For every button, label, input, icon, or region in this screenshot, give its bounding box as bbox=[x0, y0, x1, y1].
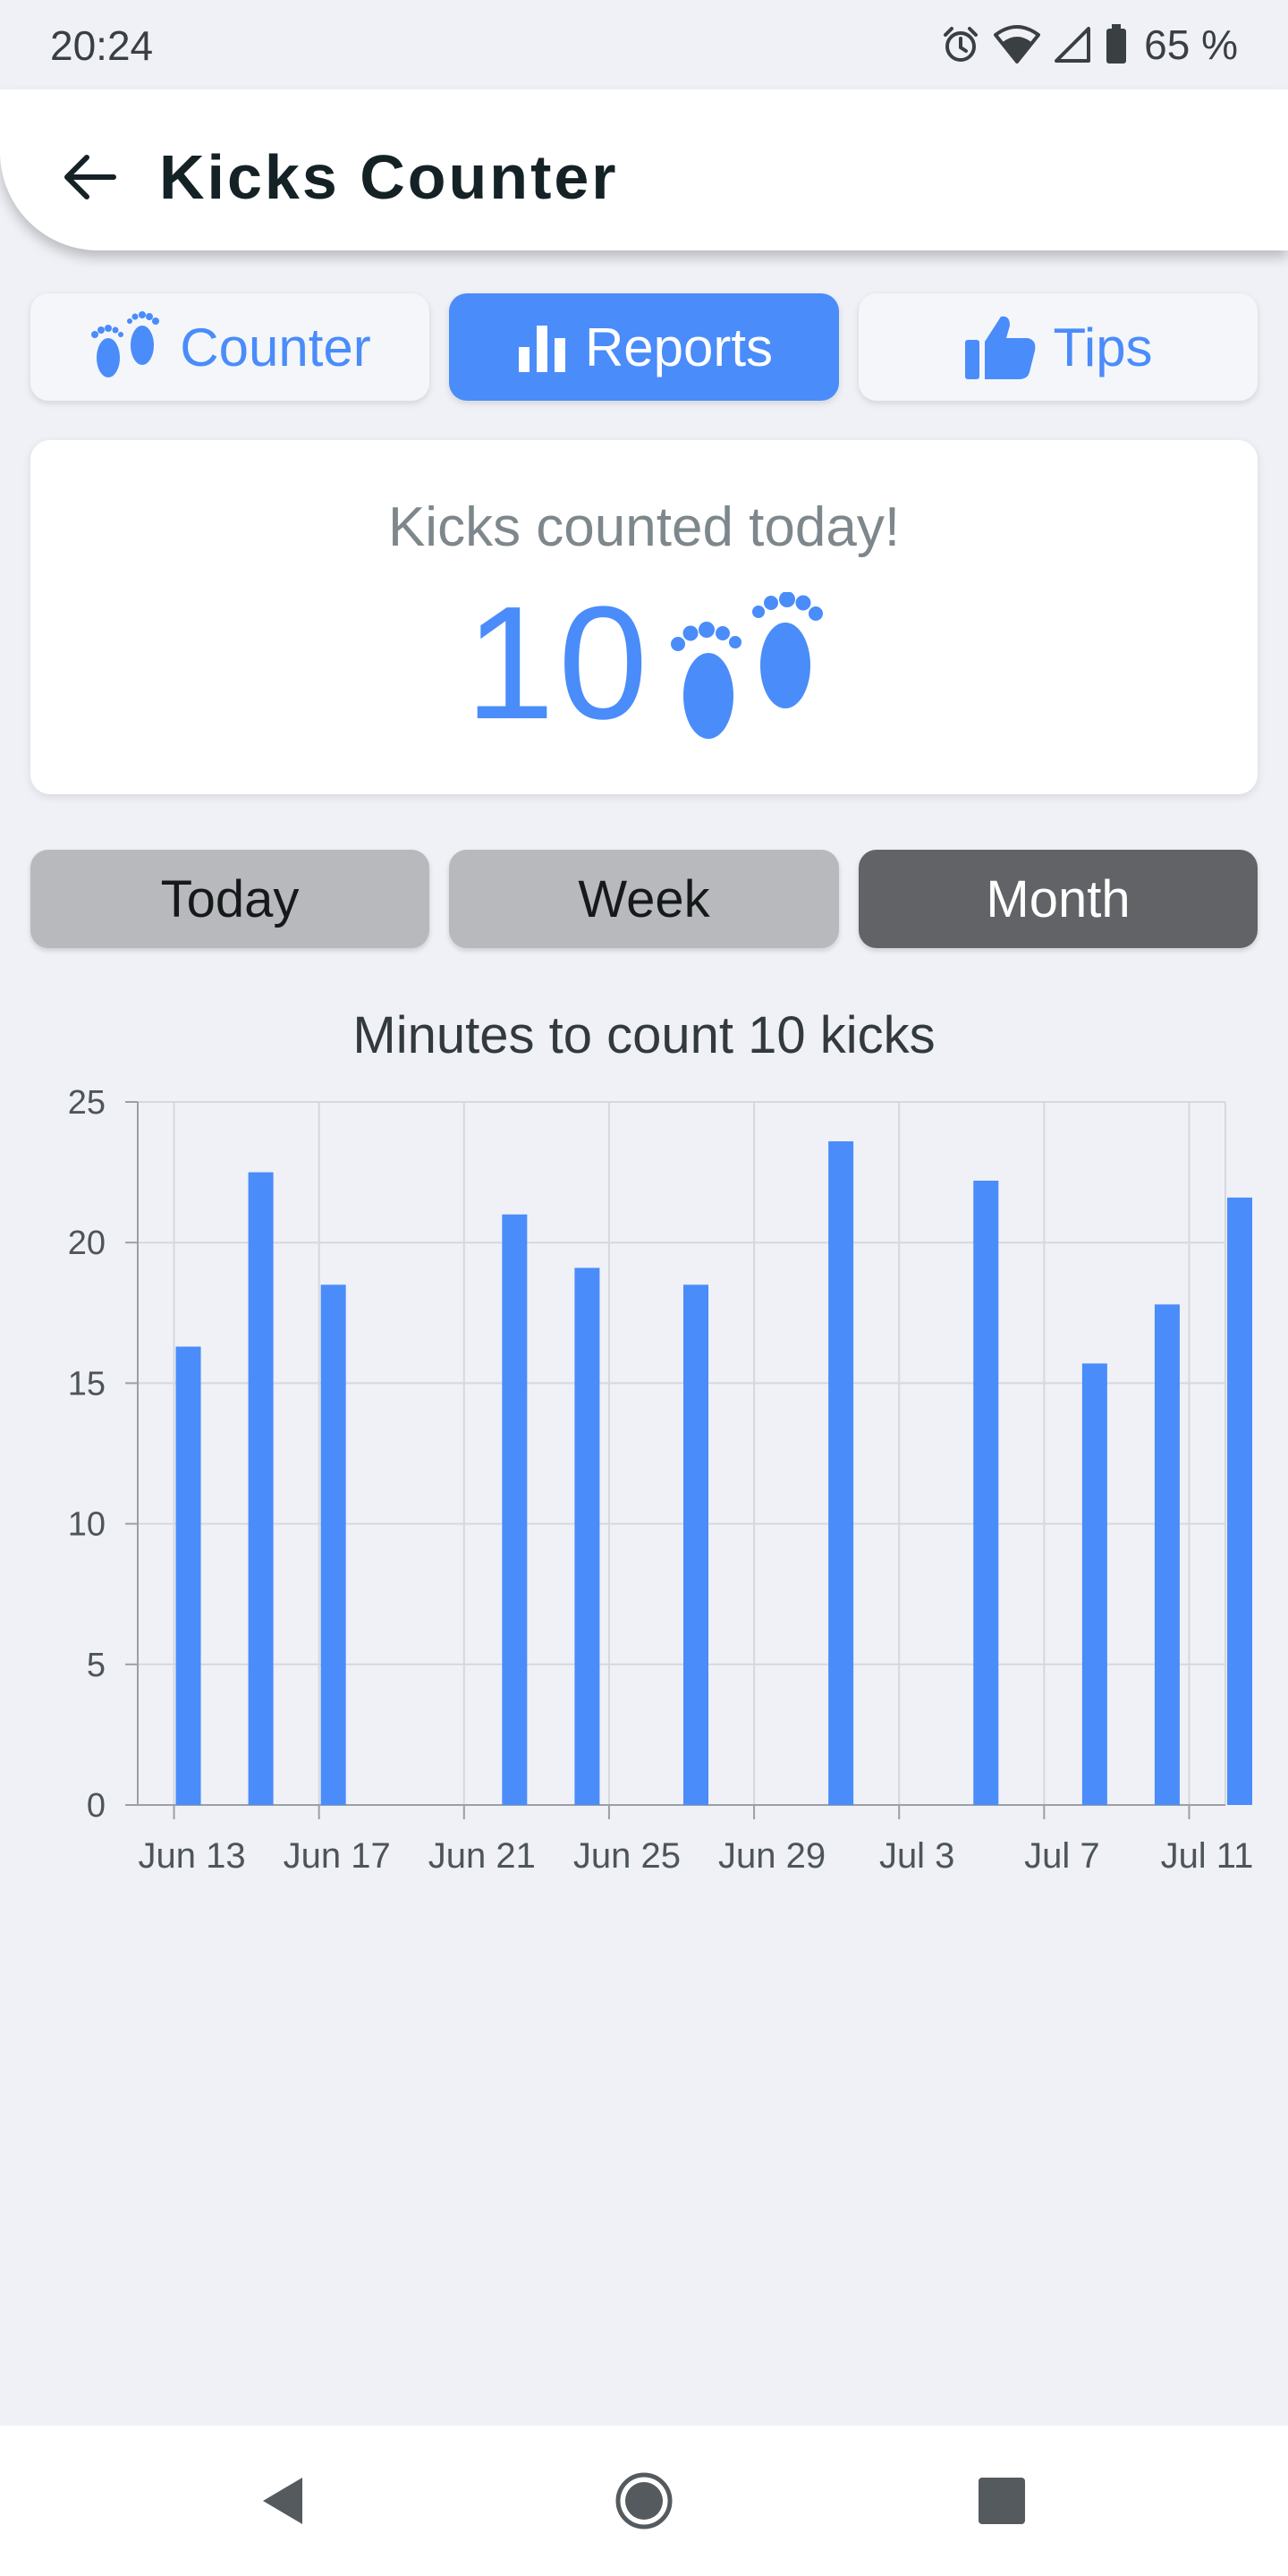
y-tick-label: 0 bbox=[87, 1787, 106, 1825]
nav-recents-icon bbox=[979, 2478, 1025, 2524]
thumbs-up-icon bbox=[965, 316, 1036, 379]
y-tick-label: 15 bbox=[68, 1365, 106, 1402]
status-icons: 65 % bbox=[940, 20, 1238, 70]
kicks-summary-card: Kicks counted today! 10 bbox=[30, 440, 1258, 794]
chart-bar bbox=[320, 1284, 346, 1805]
battery-icon bbox=[1105, 24, 1128, 65]
nav-home-icon bbox=[615, 2472, 673, 2529]
x-tick-label: Jul 3 bbox=[879, 1836, 955, 1876]
battery-level: 65 % bbox=[1144, 21, 1238, 68]
tab-counter-label: Counter bbox=[180, 317, 371, 377]
tab-reports-label: Reports bbox=[584, 317, 774, 377]
chart-bar bbox=[175, 1346, 201, 1805]
nav-back-icon bbox=[263, 2478, 302, 2524]
kicks-summary-title: Kicks counted today! bbox=[387, 496, 901, 558]
nav-back-button[interactable] bbox=[249, 2465, 320, 2537]
chart-bar bbox=[574, 1267, 600, 1805]
period-selector: Today Week Month bbox=[30, 850, 1258, 948]
alarm-icon bbox=[940, 24, 981, 65]
baby-feet-icon bbox=[671, 592, 823, 739]
status-bar: 20:24 65 % bbox=[0, 0, 1288, 89]
x-tick-label: Jun 29 bbox=[718, 1836, 826, 1876]
period-month-button[interactable]: Month bbox=[859, 850, 1258, 948]
chart-bar bbox=[828, 1141, 854, 1805]
bar-chart-icon bbox=[518, 326, 565, 372]
system-nav-bar bbox=[0, 2426, 1288, 2576]
chart-bar bbox=[502, 1214, 528, 1805]
period-today-button[interactable]: Today bbox=[30, 850, 429, 948]
x-tick-label: Jun 25 bbox=[573, 1836, 681, 1876]
tab-tips-label: Tips bbox=[1053, 317, 1153, 377]
y-tick-label: 10 bbox=[68, 1506, 106, 1544]
y-tick-label: 20 bbox=[68, 1224, 106, 1262]
chart-bar bbox=[1154, 1304, 1180, 1805]
nav-home-button[interactable] bbox=[608, 2465, 680, 2537]
nav-recents-button[interactable] bbox=[966, 2465, 1038, 2537]
baby-feet-icon bbox=[91, 311, 160, 377]
tab-tips[interactable]: Tips bbox=[859, 293, 1258, 401]
x-tick-label: Jun 21 bbox=[428, 1836, 536, 1876]
chart-bar bbox=[248, 1172, 274, 1805]
kicks-chart: Minutes to count 10 kicks 0 5 10 15 20 25 Jun … bbox=[0, 993, 1288, 1905]
status-time: 20:24 bbox=[50, 22, 154, 69]
page-title: Kicks Counter bbox=[159, 142, 619, 212]
tab-counter[interactable]: Counter bbox=[30, 293, 429, 401]
chart-bar bbox=[683, 1284, 708, 1805]
arrow-left-icon bbox=[64, 155, 116, 199]
tab-reports[interactable]: Reports bbox=[449, 293, 839, 401]
app-bar: Kicks Counter bbox=[0, 89, 1288, 250]
kicks-count: 10 bbox=[465, 573, 652, 753]
x-tick-label: Jun 17 bbox=[284, 1836, 391, 1876]
chart-bar bbox=[1081, 1363, 1107, 1805]
period-week-button[interactable]: Week bbox=[449, 850, 839, 948]
y-tick-label: 5 bbox=[87, 1647, 106, 1684]
x-tick-label: Jun 13 bbox=[138, 1836, 245, 1876]
y-tick-label: 25 bbox=[68, 1084, 106, 1122]
main-tabs: Counter Reports Tips bbox=[30, 293, 1258, 401]
x-tick-label: Jul 7 bbox=[1024, 1836, 1100, 1876]
back-button[interactable] bbox=[54, 141, 125, 213]
signal-icon bbox=[1053, 25, 1092, 64]
wifi-icon bbox=[994, 24, 1041, 65]
app-screen: 20:24 65 % Kicks Counter Counter Reports… bbox=[0, 0, 1288, 2576]
chart-bar bbox=[973, 1181, 999, 1805]
x-tick-label: Jul 11 bbox=[1161, 1836, 1254, 1876]
chart-plot: 0 5 10 15 20 25 Jun 13 Jun 17 Jun 21 Jun 25 Jun 29… bbox=[68, 1084, 1254, 1876]
chart-bar bbox=[1227, 1197, 1252, 1805]
